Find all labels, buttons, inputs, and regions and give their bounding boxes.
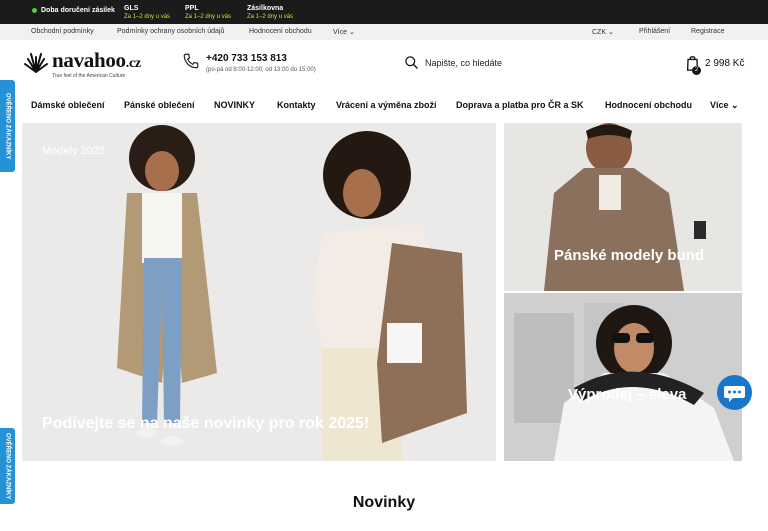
- currency-select[interactable]: CZK ⌄: [592, 28, 614, 36]
- category-tile-sale[interactable]: Výprodej – sleva: [504, 293, 742, 461]
- chat-bubble-icon: [724, 386, 745, 402]
- status-dot-icon: [32, 8, 37, 13]
- carrier-name: Zásilkovna: [247, 5, 284, 12]
- cart-total: 2 998 Kč: [705, 57, 745, 69]
- logo-tagline: True feel of the American Culture: [52, 73, 126, 79]
- nav-item-men[interactable]: Pánské oblečení: [124, 100, 195, 110]
- phone-contact[interactable]: +420 733 153 813 (po-pá od 8:00-12:00, o…: [182, 52, 316, 75]
- logo-brand: navahoo: [52, 48, 126, 72]
- hero-caption: Podívejte se na naše novinky pro rok 202…: [42, 415, 370, 432]
- hero-subtitle: Modely 2025: [42, 145, 105, 157]
- nav-item-more[interactable]: Více ⌄: [710, 100, 739, 111]
- links-bar: Obchodní podmínky Podmínky ochrany osobn…: [0, 24, 768, 40]
- nav-item-women[interactable]: Dámské oblečení: [31, 100, 105, 110]
- carrier-zasilkovna: Zásilkovna Za 1–2 dny u vás: [247, 4, 293, 22]
- section-title: Novinky: [352, 494, 416, 511]
- link-terms[interactable]: Obchodní podmínky: [31, 28, 94, 35]
- delivery-bar: Doba doručení zásilek GLS Za 1–2 dny u v…: [0, 0, 768, 24]
- site-header: navahoo.cz True feel of the American Cul…: [0, 40, 768, 88]
- carrier-eta: Za 1–2 dny u vás: [124, 14, 171, 20]
- link-reviews[interactable]: Hodnocení obchodu: [249, 28, 312, 35]
- link-login[interactable]: Přihlášení: [639, 28, 670, 35]
- cart-count-badge: 2: [692, 66, 701, 75]
- phone-hours: (po-pá od 8:00-12:00, od 13:00 do 15:00): [206, 67, 316, 73]
- verified-badge-label: OVĚŘENO ZÁKAZNÍKY: [4, 92, 11, 160]
- search-icon: [405, 56, 418, 69]
- logo[interactable]: navahoo.cz True feel of the American Cul…: [24, 48, 144, 80]
- link-register[interactable]: Registrace: [691, 28, 724, 35]
- logo-feather-icon: [24, 53, 48, 73]
- link-more-label: Více: [333, 29, 348, 36]
- logo-text: navahoo.cz: [52, 48, 141, 73]
- link-more[interactable]: Více ⌄: [333, 28, 355, 36]
- nav-more-label: Více: [710, 100, 729, 110]
- phone-number: +420 733 153 813: [206, 53, 287, 64]
- verified-badge[interactable]: OVĚŘENO ZÁKAZNÍKY: [0, 428, 15, 504]
- phone-icon: [183, 53, 199, 69]
- link-privacy[interactable]: Podmínky ochrany osobních údajů: [117, 28, 224, 35]
- main-nav: Dámské oblečení Pánské oblečení NOVINKY …: [0, 92, 768, 118]
- cart-button[interactable]: 2 2 998 Kč: [686, 55, 745, 75]
- nav-item-reviews[interactable]: Hodnocení obchodu: [605, 100, 692, 110]
- men-jacket-photo: [544, 123, 706, 291]
- delivery-label: Doba doručení zásilek: [41, 7, 115, 14]
- nav-item-returns[interactable]: Vrácení a výměna zboží: [336, 100, 437, 110]
- hero-banner[interactable]: Modely 2025 Podívejte se na naše novinky…: [22, 123, 496, 461]
- verified-badge-label: OVĚŘENO ZÁKAZNÍKY: [4, 432, 11, 500]
- chevron-down-icon: ⌄: [348, 29, 355, 36]
- verified-badge[interactable]: OVĚŘENO ZÁKAZNÍKY: [0, 80, 15, 172]
- nav-item-new[interactable]: NOVINKY: [214, 100, 255, 110]
- tile-caption: Výprodej – sleva: [568, 386, 687, 403]
- delivery-info: Doba doručení zásilek: [32, 7, 115, 14]
- nav-item-shipping[interactable]: Doprava a platba pro ČR a SK: [456, 100, 584, 110]
- carrier-eta: Za 1–2 dny u vás: [247, 14, 294, 20]
- chevron-down-icon: ⌄: [607, 29, 614, 36]
- nav-item-contacts[interactable]: Kontakty: [277, 100, 316, 110]
- carrier-name: PPL: [185, 5, 199, 12]
- hero-photo: [117, 125, 467, 461]
- carrier-gls: GLS Za 1–2 dny u vás: [124, 4, 170, 22]
- carrier-name: GLS: [124, 5, 139, 12]
- chat-button[interactable]: [717, 375, 752, 410]
- chevron-down-icon: ⌄: [731, 100, 739, 110]
- carrier-eta: Za 1–2 dny u vás: [185, 14, 232, 20]
- currency-label: CZK: [592, 29, 606, 36]
- logo-suffix: .cz: [125, 56, 141, 71]
- search-box[interactable]: Napište, co hledáte: [404, 55, 502, 70]
- carrier-ppl: PPL Za 1–2 dny u vás: [185, 4, 231, 22]
- tile-caption: Pánské modely bund: [554, 247, 705, 264]
- category-tile-men-jackets[interactable]: Pánské modely bund: [504, 123, 742, 291]
- sale-photo: [504, 293, 742, 461]
- search-placeholder: Napište, co hledáte: [425, 57, 503, 68]
